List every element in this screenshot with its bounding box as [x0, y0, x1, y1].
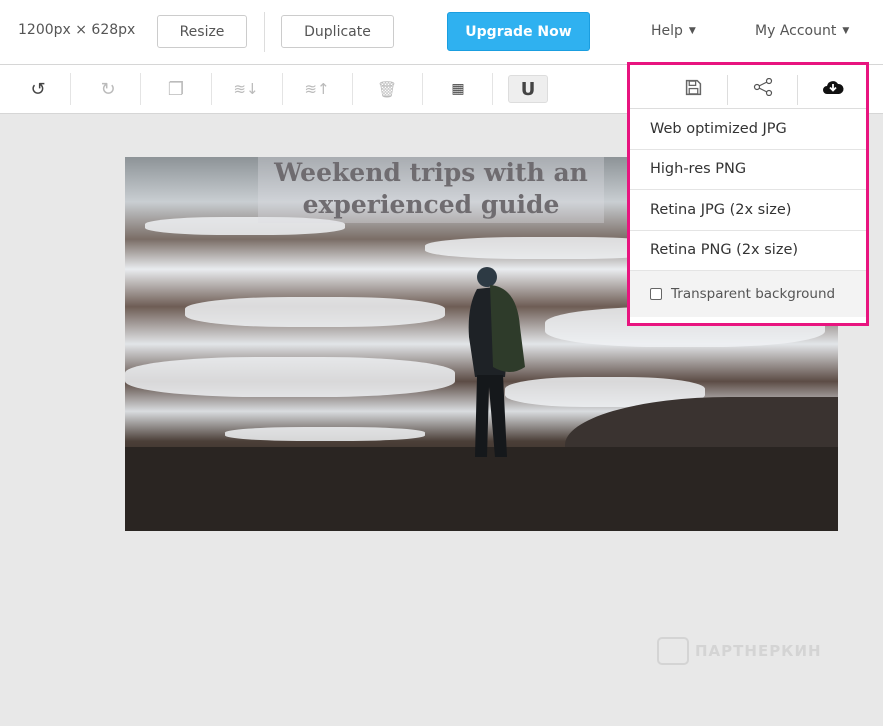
divider: [422, 73, 423, 105]
headline-line-2: experienced guide: [302, 190, 560, 219]
divider: [797, 75, 798, 105]
divider: [140, 73, 141, 105]
cloud-download-icon[interactable]: [818, 74, 848, 100]
top-bar: 1200px × 628px Resize Duplicate Upgrade …: [0, 0, 883, 65]
layer-up-icon[interactable]: ≋↑: [297, 75, 337, 103]
watermark-logo: ПАРТНЕРКИН: [657, 637, 822, 665]
download-retina-jpg[interactable]: Retina JPG (2x size): [630, 190, 866, 231]
redo-icon[interactable]: ↻: [88, 75, 128, 103]
caret-down-icon: ▼: [842, 26, 850, 36]
download-retina-png[interactable]: Retina PNG (2x size): [630, 231, 866, 271]
divider: [211, 73, 212, 105]
headline-text[interactable]: Weekend trips with an experienced guide: [258, 157, 604, 223]
layer-down-icon[interactable]: ≋↓: [226, 75, 266, 103]
hiker-figure: [468, 267, 525, 457]
divider: [70, 73, 71, 105]
help-label: Help: [651, 23, 683, 39]
resize-button[interactable]: Resize: [157, 15, 247, 48]
divider: [282, 73, 283, 105]
divider: [727, 75, 728, 105]
download-dropdown: Web optimized JPG High-res PNG Retina JP…: [627, 62, 869, 326]
magnet-icon[interactable]: U: [508, 75, 548, 103]
save-icon[interactable]: [678, 74, 708, 100]
watermark-text: ПАРТНЕРКИН: [695, 642, 822, 660]
headline-line-1: Weekend trips with an: [274, 158, 588, 187]
watermark-icon: [657, 637, 689, 665]
canvas-size-label: 1200px × 628px: [18, 22, 136, 38]
caret-down-icon: ▼: [688, 26, 696, 36]
divider: [492, 73, 493, 105]
duplicate-button[interactable]: Duplicate: [281, 15, 394, 48]
grid-icon[interactable]: ▦: [438, 75, 478, 103]
my-account-menu[interactable]: My Account ▼: [755, 23, 849, 39]
upgrade-now-button[interactable]: Upgrade Now: [447, 12, 590, 51]
download-web-jpg[interactable]: Web optimized JPG: [630, 109, 866, 150]
share-icon[interactable]: [748, 74, 778, 100]
download-high-res-png[interactable]: High-res PNG: [630, 150, 866, 190]
account-label: My Account: [755, 23, 837, 39]
transparent-background-label: Transparent background: [671, 286, 836, 302]
transparent-background-option[interactable]: Transparent background: [630, 271, 866, 317]
copy-icon[interactable]: ❐: [156, 75, 196, 103]
transparent-background-checkbox[interactable]: [650, 288, 662, 300]
dropdown-header: [630, 65, 866, 109]
undo-icon[interactable]: ↺: [18, 75, 58, 103]
divider: [264, 12, 265, 52]
divider: [352, 73, 353, 105]
trash-icon[interactable]: 🗑: [367, 75, 407, 103]
help-menu[interactable]: Help ▼: [651, 23, 696, 39]
